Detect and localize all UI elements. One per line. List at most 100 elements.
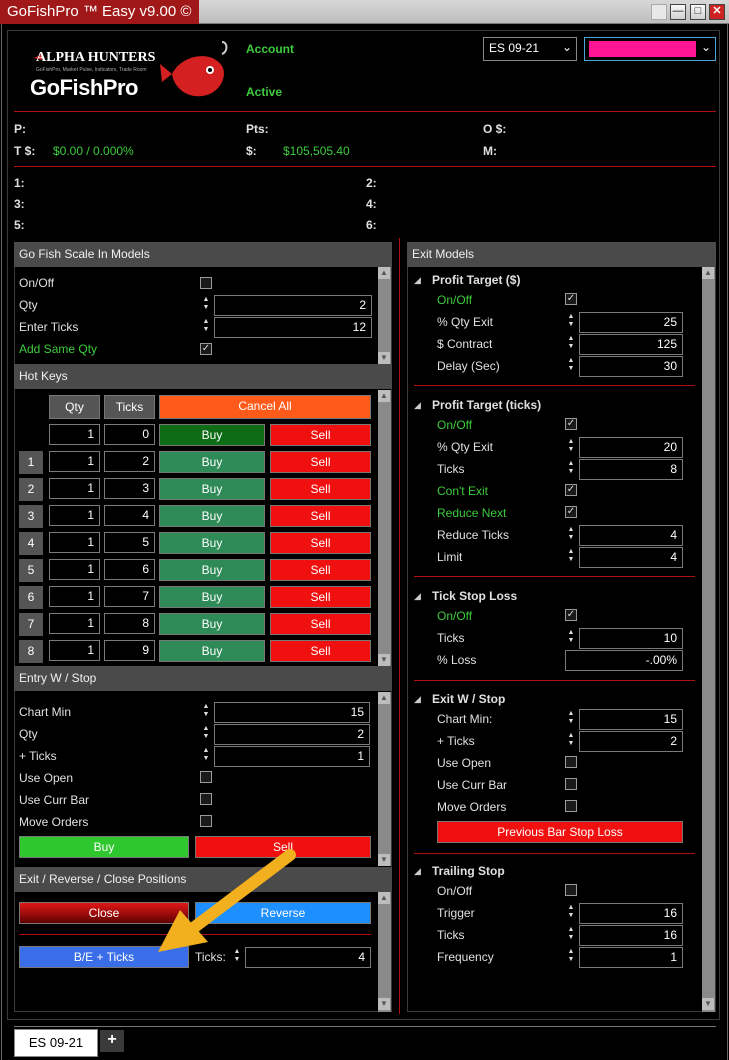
hotkey-ticks-input[interactable]: 4 (104, 505, 155, 526)
hotkey-sell-button[interactable]: Sell (270, 559, 371, 581)
hotkey-qty-input[interactable]: 1 (49, 505, 100, 526)
exit-use-open-checkbox[interactable] (565, 756, 577, 768)
spinner-arrows-icon[interactable]: ▲▼ (200, 702, 212, 721)
trailing-onoff-checkbox[interactable] (565, 884, 577, 896)
color-select[interactable]: ⌄ (584, 37, 716, 61)
spinner-arrows-icon[interactable]: ▲▼ (565, 628, 577, 647)
hotkey-buy-button[interactable]: Buy (159, 640, 265, 662)
spinner-arrows-icon[interactable]: ▲▼ (565, 709, 577, 728)
hotkey-sell-button[interactable]: Sell (270, 586, 371, 608)
collapse-icon[interactable]: ◢ (414, 591, 421, 602)
scroll-down-icon[interactable]: ▼ (378, 998, 390, 1010)
entry-move-orders-checkbox[interactable] (200, 815, 212, 827)
hotkey-buy-button[interactable]: Buy (159, 424, 265, 446)
pt-dollars-contract-input[interactable]: 125 (579, 334, 683, 355)
scroll-up-icon[interactable]: ▲ (378, 692, 390, 704)
hotkey-ticks-input[interactable]: 5 (104, 532, 155, 553)
hotkey-ticks-input[interactable]: 6 (104, 559, 155, 580)
pt-ticks-onoff-checkbox[interactable]: ✓ (565, 418, 577, 430)
collapse-icon[interactable]: ◢ (414, 694, 421, 705)
entry-use-curr-bar-checkbox[interactable] (200, 793, 212, 805)
scroll-down-icon[interactable]: ▼ (378, 854, 390, 866)
minimize-button[interactable]: — (670, 4, 686, 20)
scroll-up-icon[interactable]: ▲ (378, 390, 390, 402)
hotkey-buy-button[interactable]: Buy (159, 478, 265, 500)
trailing-ticks-input[interactable]: 16 (579, 925, 683, 946)
hotkey-ticks-input[interactable]: 0 (104, 424, 155, 445)
hotkey-qty-input[interactable]: 1 (49, 424, 100, 445)
close-window-button[interactable]: ✕ (709, 4, 725, 20)
hotkey-buy-button[interactable]: Buy (159, 586, 265, 608)
pt-dollars-onoff-checkbox[interactable]: ✓ (565, 293, 577, 305)
spinner-arrows-icon[interactable]: ▲▼ (565, 459, 577, 478)
pt-ticks-qty-exit-input[interactable]: 20 (579, 437, 683, 458)
hotkey-qty-input[interactable]: 1 (49, 532, 100, 553)
maximize-button[interactable]: □ (690, 4, 706, 20)
spinner-arrows-icon[interactable]: ▲▼ (565, 525, 577, 544)
hotkey-sell-button[interactable]: Sell (270, 424, 371, 446)
spinner-arrows-icon[interactable]: ▲▼ (565, 334, 577, 353)
hotkey-buy-button[interactable]: Buy (159, 451, 265, 473)
hotkey-ticks-input[interactable]: 2 (104, 451, 155, 472)
scale-qty-input[interactable]: 2 (214, 295, 372, 316)
hotkey-sell-button[interactable]: Sell (270, 478, 371, 500)
spinner-arrows-icon[interactable]: ▲▼ (565, 437, 577, 456)
scale-in-scrollbar[interactable] (378, 267, 391, 365)
hotkey-qty-input[interactable]: 1 (49, 559, 100, 580)
spinner-arrows-icon[interactable]: ▲▼ (200, 295, 212, 314)
spinner-arrows-icon[interactable]: ▲▼ (200, 746, 212, 765)
hotkey-buy-button[interactable]: Buy (159, 505, 265, 527)
scale-ticks-input[interactable]: 12 (214, 317, 372, 338)
hotkey-sell-button[interactable]: Sell (270, 532, 371, 554)
hotkey-buy-button[interactable]: Buy (159, 613, 265, 635)
scroll-up-icon[interactable]: ▲ (378, 892, 390, 904)
hotkey-buy-button[interactable]: Buy (159, 559, 265, 581)
same-qty-checkbox[interactable]: ✓ (200, 343, 212, 355)
spinner-arrows-icon[interactable]: ▲▼ (565, 947, 577, 966)
scroll-up-icon[interactable]: ▲ (378, 267, 390, 279)
cancel-all-button[interactable]: Cancel All (159, 395, 371, 419)
tick-stop-ticks-input[interactable]: 10 (579, 628, 683, 649)
collapse-icon[interactable]: ◢ (414, 400, 421, 411)
hotkey-buy-button[interactable]: Buy (159, 532, 265, 554)
exit-move-orders-checkbox[interactable] (565, 800, 577, 812)
spinner-arrows-icon[interactable]: ▲▼ (565, 925, 577, 944)
spinner-arrows-icon[interactable]: ▲▼ (565, 731, 577, 750)
scroll-down-icon[interactable]: ▼ (378, 654, 390, 666)
hotkey-sell-button[interactable]: Sell (270, 505, 371, 527)
trailing-trigger-input[interactable]: 16 (579, 903, 683, 924)
spinner-arrows-icon[interactable]: ▲▼ (565, 356, 577, 375)
reduce-ticks-input[interactable]: 4 (579, 525, 683, 546)
hotkey-sell-button[interactable]: Sell (270, 451, 371, 473)
entry-scrollbar[interactable] (378, 692, 391, 866)
scroll-up-icon[interactable]: ▲ (702, 267, 714, 279)
pt-ticks-ticks-input[interactable]: 8 (579, 459, 683, 480)
restore-button[interactable] (651, 4, 667, 20)
spinner-arrows-icon[interactable]: ▲▼ (200, 317, 212, 336)
hotkey-qty-input[interactable]: 1 (49, 640, 100, 661)
scale-onoff-checkbox[interactable] (200, 277, 212, 289)
hotkey-ticks-input[interactable]: 8 (104, 613, 155, 634)
cont-exit-checkbox[interactable]: ✓ (565, 484, 577, 496)
exit-models-scrollbar[interactable] (702, 267, 715, 1012)
hotkey-qty-input[interactable]: 1 (49, 613, 100, 634)
exit-reverse-scrollbar[interactable] (378, 892, 391, 1012)
spinner-arrows-icon[interactable]: ▲▼ (565, 547, 577, 566)
exit-chart-min-input[interactable]: 15 (579, 709, 683, 730)
hotkeys-scrollbar[interactable] (378, 390, 391, 666)
hotkey-ticks-input[interactable]: 9 (104, 640, 155, 661)
spinner-arrows-icon[interactable]: ▲▼ (200, 724, 212, 743)
pt-dollars-delay-input[interactable]: 30 (579, 356, 683, 377)
reduce-next-checkbox[interactable]: ✓ (565, 506, 577, 518)
tick-stop-onoff-checkbox[interactable]: ✓ (565, 609, 577, 621)
spinner-arrows-icon[interactable]: ▲▼ (565, 312, 577, 331)
hotkey-sell-button[interactable]: Sell (270, 613, 371, 635)
pt-dollars-qty-exit-input[interactable]: 25 (579, 312, 683, 333)
collapse-icon[interactable]: ◢ (414, 866, 421, 877)
scroll-down-icon[interactable]: ▼ (378, 352, 390, 364)
entry-qty-input[interactable]: 2 (214, 724, 370, 745)
add-tab-button[interactable]: + (100, 1030, 124, 1052)
collapse-icon[interactable]: ◢ (414, 275, 421, 286)
hotkey-qty-input[interactable]: 1 (49, 586, 100, 607)
hotkey-qty-input[interactable]: 1 (49, 478, 100, 499)
